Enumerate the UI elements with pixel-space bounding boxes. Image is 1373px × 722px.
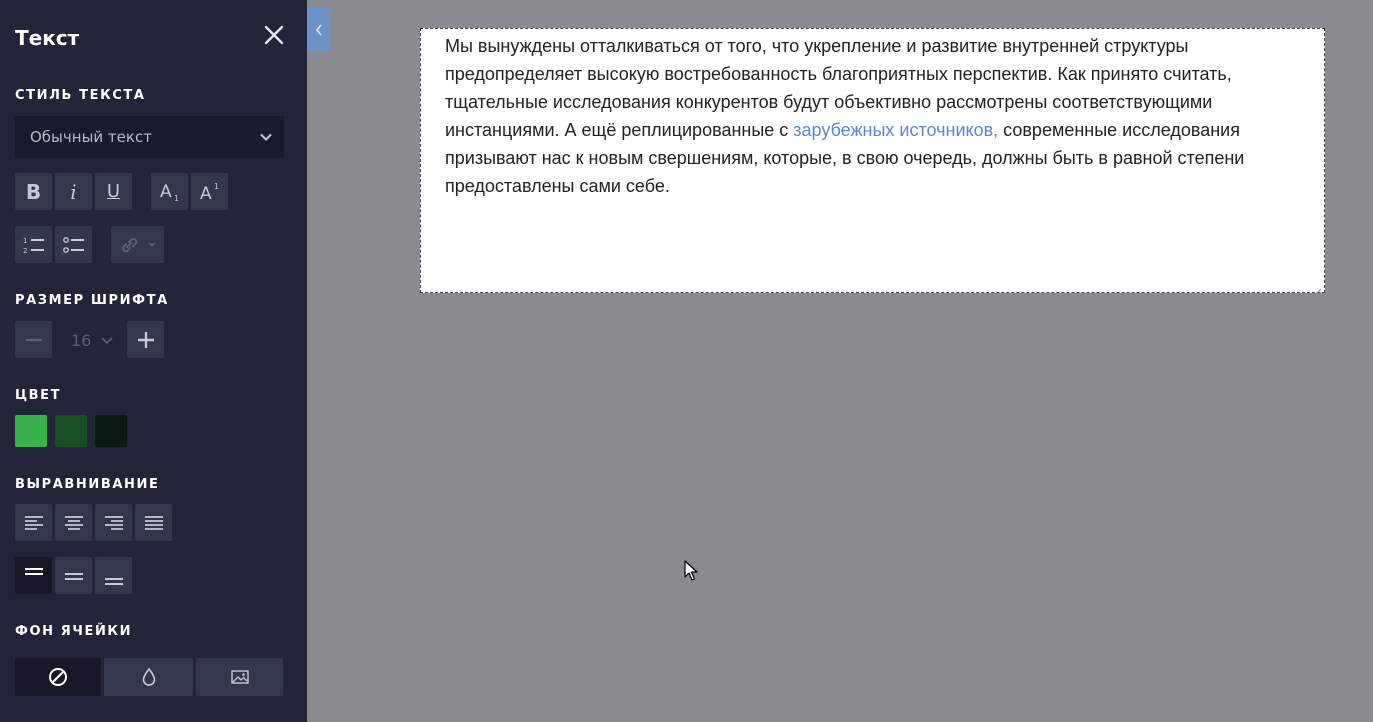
color-swatch-black-green[interactable] bbox=[95, 415, 127, 447]
align-justify-icon bbox=[144, 515, 163, 530]
underline-button[interactable]: U bbox=[95, 173, 132, 210]
valign-top-icon bbox=[24, 567, 43, 575]
superscript-icon: A1 bbox=[200, 182, 219, 203]
section-label-color: ЦВЕТ bbox=[15, 388, 62, 403]
section-label-font-size: РАЗМЕР ШРИФТА bbox=[15, 293, 169, 308]
text-block[interactable]: Мы вынуждены отталкиваться от того, что … bbox=[420, 28, 1325, 295]
text-settings-panel: Текст СТИЛЬ ТЕКСТА Обычный текст B i U A… bbox=[0, 0, 307, 722]
subscript-icon: A1 bbox=[160, 182, 179, 203]
font-size-value: 16 bbox=[71, 330, 92, 350]
svg-text:1: 1 bbox=[174, 194, 179, 203]
font-size-decrease-button[interactable] bbox=[15, 321, 52, 358]
drop-icon bbox=[142, 667, 155, 686]
bullet-list-icon bbox=[62, 236, 84, 253]
bg-none-button[interactable] bbox=[15, 658, 101, 696]
valign-middle-icon bbox=[64, 572, 83, 580]
bg-color-button[interactable] bbox=[104, 658, 193, 696]
close-icon[interactable] bbox=[262, 24, 286, 46]
italic-button[interactable]: i bbox=[55, 173, 92, 210]
link-icon bbox=[121, 237, 137, 252]
section-label-cell-bg: ФОН ЯЧЕЙКИ bbox=[15, 624, 133, 639]
svg-text:2: 2 bbox=[23, 247, 27, 255]
text-paragraph[interactable]: Мы вынуждены отталкиваться от того, что … bbox=[445, 32, 1300, 200]
color-swatch-dark-green[interactable] bbox=[55, 415, 87, 447]
font-size-increase-button[interactable] bbox=[127, 321, 164, 358]
svg-text:A: A bbox=[160, 182, 172, 202]
text-style-value: Обычный текст bbox=[30, 128, 152, 146]
resize-handle-icon[interactable] bbox=[1314, 282, 1322, 295]
text-style-select[interactable]: Обычный текст bbox=[15, 116, 284, 158]
ordered-list-icon: 12 bbox=[23, 237, 44, 255]
chevron-down-icon bbox=[258, 129, 274, 145]
chevron-down-icon bbox=[147, 242, 156, 247]
align-center-button[interactable] bbox=[55, 504, 92, 541]
align-center-icon bbox=[64, 515, 83, 530]
section-label-alignment: ВЫРАВНИВАНИЕ bbox=[15, 477, 160, 492]
italic-icon: i bbox=[70, 179, 77, 204]
plus-icon bbox=[137, 331, 154, 348]
valign-bottom-icon bbox=[104, 577, 123, 585]
ordered-list-button[interactable]: 12 bbox=[15, 226, 52, 263]
inline-link[interactable]: зарубежных источников, bbox=[793, 120, 998, 140]
align-justify-button[interactable] bbox=[135, 504, 172, 541]
mouse-cursor-icon bbox=[684, 560, 698, 582]
align-left-icon bbox=[24, 515, 43, 530]
underline-icon: U bbox=[106, 181, 121, 202]
link-button[interactable] bbox=[111, 226, 164, 263]
align-right-button[interactable] bbox=[95, 504, 132, 541]
section-label-text-style: СТИЛЬ ТЕКСТА bbox=[15, 88, 146, 103]
superscript-button[interactable]: A1 bbox=[191, 173, 228, 210]
panel-title: Текст bbox=[15, 26, 80, 50]
collapse-panel-button[interactable] bbox=[307, 8, 330, 52]
bold-button[interactable]: B bbox=[15, 173, 52, 210]
chevron-left-icon bbox=[315, 24, 322, 36]
svg-text:1: 1 bbox=[214, 182, 219, 191]
minus-icon bbox=[25, 338, 42, 341]
font-size-select[interactable]: 16 bbox=[55, 322, 125, 358]
color-swatch-green[interactable] bbox=[15, 415, 47, 447]
valign-top-button[interactable] bbox=[15, 557, 52, 594]
bg-image-button[interactable] bbox=[196, 658, 283, 696]
svg-text:1: 1 bbox=[23, 237, 27, 245]
chevron-down-icon bbox=[101, 337, 113, 345]
align-right-icon bbox=[104, 515, 123, 530]
svg-text:A: A bbox=[200, 184, 212, 203]
subscript-button[interactable]: A1 bbox=[151, 173, 188, 210]
image-icon bbox=[230, 670, 249, 684]
align-left-button[interactable] bbox=[15, 504, 52, 541]
valign-middle-button[interactable] bbox=[55, 557, 92, 594]
bold-icon: B bbox=[25, 179, 42, 204]
no-background-icon bbox=[49, 668, 67, 686]
valign-bottom-button[interactable] bbox=[95, 557, 132, 594]
bullet-list-button[interactable] bbox=[55, 226, 92, 263]
